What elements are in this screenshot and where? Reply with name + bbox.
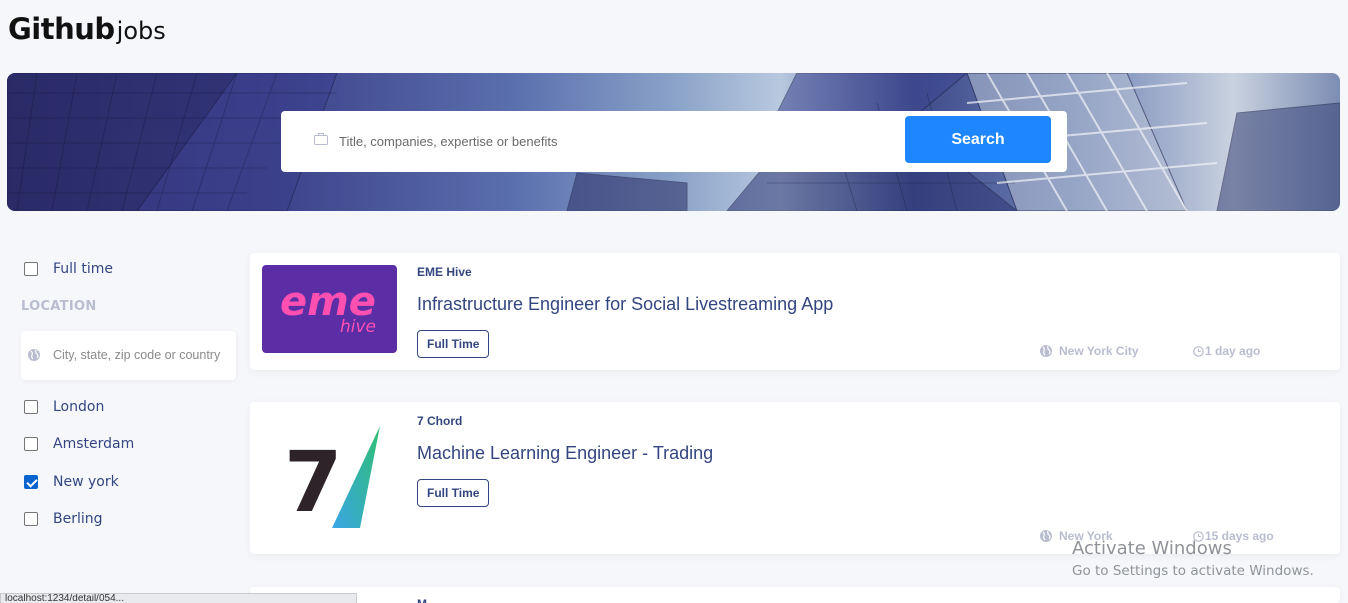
globe-icon: [1040, 345, 1052, 357]
london-checkbox[interactable]: [24, 400, 38, 414]
logo-text-main: 7: [284, 433, 342, 531]
briefcase-icon: [314, 133, 328, 145]
search-input[interactable]: [339, 129, 899, 153]
job-posted-text: 1 day ago: [1205, 344, 1261, 358]
location-option-london[interactable]: London: [24, 399, 104, 415]
location-label: New york: [53, 474, 119, 490]
windows-activation-watermark: Activate Windows Go to Settings to activ…: [1072, 538, 1314, 579]
job-card[interactable]: 7 7 Chord Machine Learning Engineer - Tr…: [250, 402, 1340, 554]
job-card[interactable]: eme hive EME Hive Infrastructure Enginee…: [250, 253, 1340, 370]
full-time-checkbox[interactable]: [24, 262, 38, 276]
full-time-filter[interactable]: Full time: [24, 261, 113, 277]
job-type-badge: Full Time: [417, 330, 490, 358]
amsterdam-checkbox[interactable]: [24, 437, 38, 451]
globe-icon: [28, 349, 40, 361]
clock-icon: [1193, 345, 1204, 357]
job-title[interactable]: Infrastructure Engineer for Social Lives…: [417, 294, 833, 315]
location-label: Berling: [53, 511, 103, 527]
search-button[interactable]: Search: [905, 116, 1051, 163]
location-option-berling[interactable]: Berling: [24, 511, 103, 527]
location-label: Amsterdam: [53, 436, 135, 452]
company-logo: eme hive: [262, 265, 397, 353]
location-search: [21, 331, 236, 380]
company-name: EME Hive: [417, 265, 472, 279]
location-label: London: [53, 399, 105, 415]
globe-icon: [1040, 530, 1052, 542]
app-logo: Githubjobs: [8, 12, 166, 46]
company-name: M: [417, 597, 427, 603]
job-card[interactable]: M: [250, 587, 1340, 603]
location-input[interactable]: [53, 346, 225, 364]
browser-status-bar: localhost:1234/detail/054...: [0, 593, 357, 603]
location-heading: LOCATION: [21, 299, 97, 314]
full-time-label: Full time: [53, 261, 114, 277]
location-option-amsterdam[interactable]: Amsterdam: [24, 436, 134, 452]
job-posted: 1 day ago: [1193, 344, 1260, 358]
brand-light: jobs: [116, 17, 166, 45]
job-title[interactable]: Machine Learning Engineer - Trading: [417, 443, 713, 464]
berling-checkbox[interactable]: [24, 512, 38, 526]
logo-text-sub: hive: [340, 317, 376, 337]
company-logo: 7: [262, 422, 397, 532]
brand-bold: Github: [8, 12, 115, 46]
job-type-badge: Full Time: [417, 479, 490, 507]
activation-subtitle: Go to Settings to activate Windows.: [1072, 563, 1314, 579]
activation-title: Activate Windows: [1072, 538, 1232, 559]
company-name: 7 Chord: [417, 414, 463, 428]
location-option-new-york[interactable]: New york: [24, 474, 119, 490]
job-location-text: New York City: [1059, 344, 1139, 358]
job-location: New York City: [1039, 344, 1139, 358]
new-york-checkbox[interactable]: [24, 475, 38, 489]
